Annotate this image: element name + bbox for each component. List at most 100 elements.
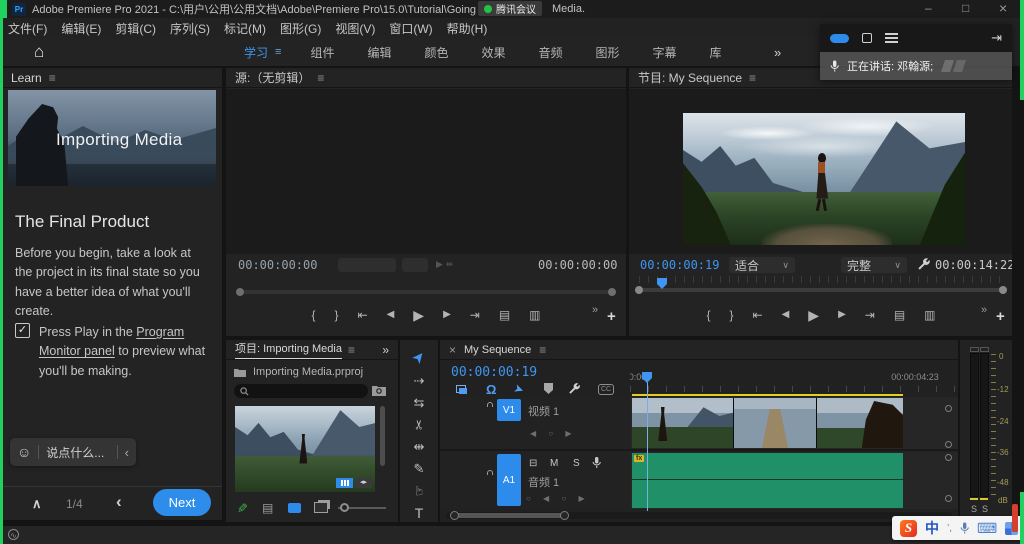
video-clip-3[interactable] [817,398,903,448]
source-scrub-handle-left[interactable] [236,288,244,296]
menu-sequence[interactable]: 序列(S) [170,20,210,37]
nest-toggle-icon[interactable] [456,385,466,393]
add-marker-icon[interactable] [544,383,553,394]
chat-input[interactable]: 说点什么... [46,444,109,461]
tab-color[interactable]: 颜色 [424,44,448,61]
step-back-icon[interactable]: ◀ [387,310,395,320]
tab-captions[interactable]: 字幕 [653,44,677,61]
go-to-in-icon[interactable]: ⇤ [753,309,763,321]
tab-editing[interactable]: 编辑 [367,44,391,61]
audio-clip[interactable]: fx [632,453,903,508]
menu-file[interactable]: 文件(F) [8,20,47,37]
freeform-view-icon[interactable] [314,502,328,513]
extract-icon[interactable]: ▥ [924,309,935,321]
menu-edit[interactable]: 编辑(E) [61,20,101,37]
timeline-playhead-line[interactable] [647,378,648,511]
list-view-icon[interactable]: ▤ [262,501,273,515]
tab-assembly[interactable]: 组件 [310,44,334,61]
ime-logo[interactable]: S [900,520,917,537]
learn-panel-menu-icon[interactable]: ≡ [49,71,56,85]
step-checkbox[interactable]: ✓ [15,323,30,338]
program-scrubber[interactable] [639,288,1003,292]
maximize-button[interactable]: □ [962,1,969,15]
project-breadcrumb[interactable]: Importing Media.prproj [234,366,363,378]
captions-toggle-icon[interactable]: CC [598,384,614,395]
overwrite-icon[interactable]: ▥ [529,309,540,321]
timeline-tab[interactable]: My Sequence [464,344,531,356]
program-add-button-icon[interactable]: + [996,308,1005,325]
v1-keyframe-controls[interactable]: ◀ ○ ▶ [530,429,577,438]
source-add-button-icon[interactable]: + [607,308,616,325]
play-icon[interactable]: ▶ [413,308,424,322]
source-scale-select[interactable] [402,258,428,272]
icon-view-icon[interactable] [288,503,301,513]
snap-toggle-icon[interactable]: Ω [486,382,496,397]
timeline-settings-wrench-icon[interactable] [568,382,581,395]
settings-wrench-icon[interactable] [917,257,931,271]
tab-audio[interactable]: 音频 [539,44,563,61]
fit-select[interactable]: 适合 ∨ [729,257,795,273]
video-clip-2[interactable] [734,398,817,448]
a1-mute-button[interactable]: M [550,458,558,469]
source-panel-menu-icon[interactable]: ≡ [317,71,324,85]
timeline-close-icon[interactable]: × [449,343,456,357]
audio-volume-band[interactable] [632,479,903,480]
step-forward-icon[interactable]: ▶ [443,310,451,320]
track-scroll-dot-1[interactable] [945,405,952,412]
home-icon[interactable]: ⌂ [34,42,44,62]
resolution-select[interactable]: 完整 ∨ [841,257,907,273]
tab-graphics[interactable]: 图形 [596,44,620,61]
insert-icon[interactable]: ▤ [499,309,510,321]
back-icon[interactable]: ‹ [116,492,122,512]
v1-track-name[interactable]: 视频 1 [528,403,559,419]
program-scrub-handle-right[interactable] [999,286,1007,294]
meeting-badge[interactable]: 腾讯会议 [478,1,542,16]
menu-clip[interactable]: 剪辑(C) [115,20,156,37]
source-scrub-handle-right[interactable] [608,288,616,296]
ime-mode-toggle[interactable]: 中 [925,518,939,538]
razor-tool[interactable]: ✂ [413,406,426,444]
workspace-overflow-icon[interactable]: » [774,45,781,60]
v1-target-button[interactable]: V1 [497,399,521,421]
tab-effects[interactable]: 效果 [481,44,505,61]
step-forward-icon[interactable]: ▶ [838,310,846,320]
project-panel-overflow-icon[interactable]: » [382,343,389,357]
ime-voice-icon[interactable] [960,522,969,535]
minimize-button[interactable]: – [925,1,932,15]
project-panel-menu-icon[interactable]: ≡ [348,343,355,357]
share-stop-indicator[interactable] [1012,504,1018,532]
go-to-out-icon[interactable]: ⇥ [865,309,875,321]
source-transport-overflow-icon[interactable]: » [592,304,598,316]
mark-in-icon[interactable]: { [311,309,315,321]
meter-solo-right[interactable]: S [982,504,988,514]
zoom-handle-left[interactable] [450,511,459,520]
go-to-out-icon[interactable]: ⇥ [470,309,480,321]
slip-tool[interactable]: ⇹ [400,440,438,453]
tab-learning-menu-icon[interactable]: ≡ [275,46,281,58]
meter-solo-left[interactable]: S [971,504,977,514]
track-select-tool[interactable]: ⇢ [400,374,438,387]
timeline-panel-menu-icon[interactable]: ≡ [539,343,546,357]
program-tab[interactable]: 节目: My Sequence [638,69,742,86]
project-tab[interactable]: 项目: Importing Media [235,340,342,359]
project-search-input[interactable] [234,384,368,398]
go-to-in-icon[interactable]: ⇤ [358,309,368,321]
project-item-thumbnail[interactable]: ◂▸ [235,406,375,492]
creative-cloud-icon[interactable]: ∿ [8,529,19,540]
timeline-timecode[interactable]: 00:00:00:19 [451,365,537,380]
menu-view[interactable]: 视图(V) [335,20,375,37]
search-bin-icon[interactable] [372,384,386,396]
program-timecode[interactable]: 00:00:00:19 [640,258,719,272]
ime-punctuation-icon[interactable]: ’, [947,523,952,534]
a1-track-name[interactable]: 音频 1 [528,474,559,490]
source-scrubber[interactable] [240,290,612,294]
project-scrollbar[interactable] [380,406,385,466]
program-scrub-handle-left[interactable] [635,286,643,294]
meeting-expand-icon[interactable]: ⇥ [991,30,1002,46]
program-playhead[interactable] [657,278,667,289]
mark-out-icon[interactable]: } [730,309,734,321]
track-scroll-dot-2[interactable] [945,441,952,448]
meeting-menu-icon[interactable] [885,33,898,43]
meeting-minimize-icon[interactable] [830,34,849,43]
hand-tool[interactable]: ☞ [413,472,426,510]
